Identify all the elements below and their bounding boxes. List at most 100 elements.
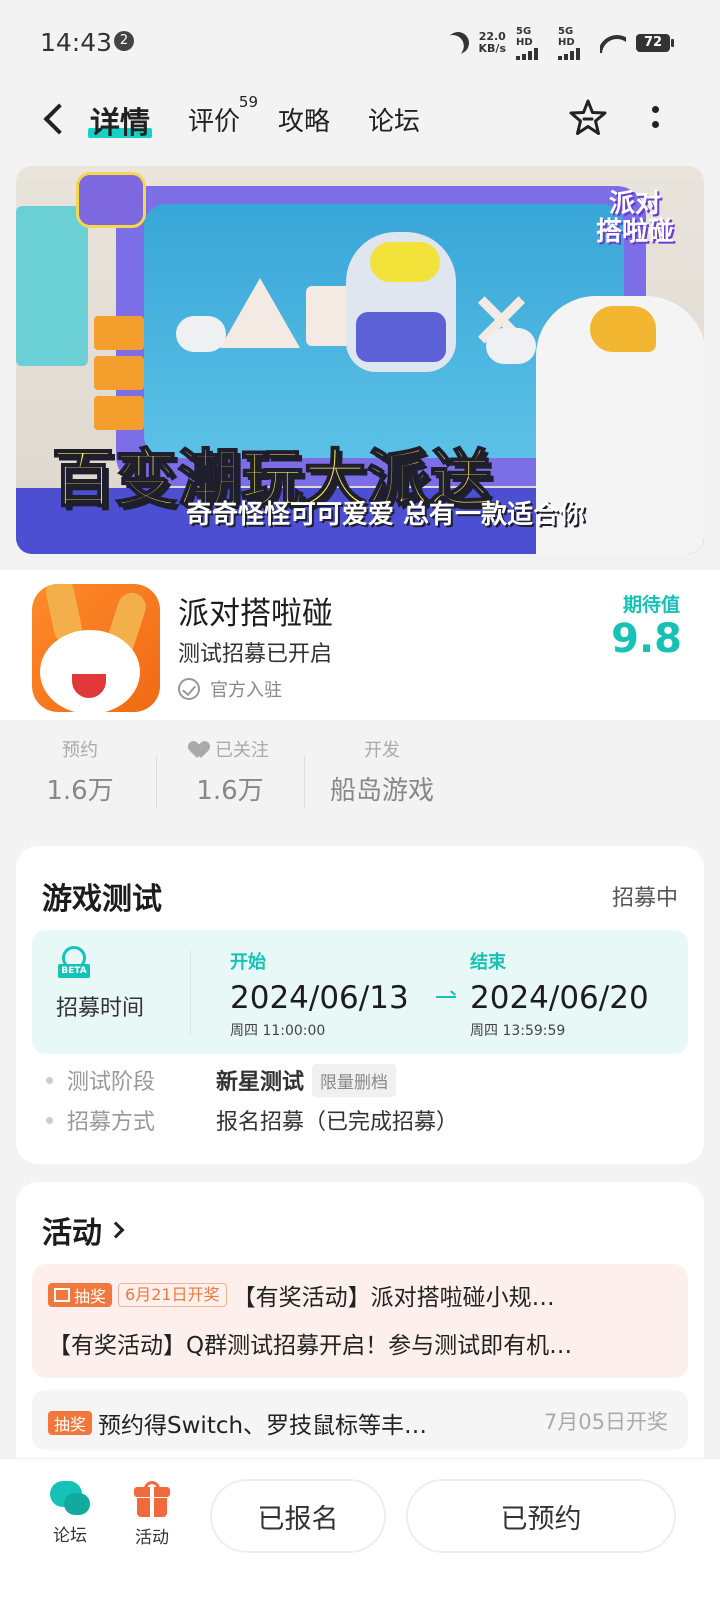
notification-badge: 2	[114, 31, 134, 51]
beta-clock-icon: BETA	[58, 946, 90, 980]
triangle-shape	[220, 278, 300, 348]
logo-line-2: 搭啦碰	[595, 217, 674, 247]
forum-label: 论坛	[53, 1526, 87, 1546]
wifi-icon	[600, 33, 626, 53]
gift-icon	[134, 1481, 170, 1517]
end-week: 周四 13:59:59	[470, 1023, 566, 1039]
moon-icon	[442, 28, 472, 58]
activity-header[interactable]: 活动	[42, 1208, 125, 1252]
creature-illustration	[176, 316, 226, 352]
stat-label: 已关注	[215, 740, 269, 761]
stage-value: 新星测试	[216, 1070, 305, 1095]
bottom-action-bar: 论坛 活动 已报名 已预约	[0, 1458, 720, 1600]
activity-card: 活动 抽奖 6月21日开奖 【有奖活动】派对搭啦碰小规… 【有奖活动】Q群测试招…	[16, 1182, 704, 1482]
recruit-status: 招募中	[611, 886, 678, 911]
stat-value: 船岛游戏	[329, 776, 434, 806]
activity-item[interactable]: 抽奖 预约得Switch、罗技鼠标等丰… 7月05日开奖	[32, 1390, 688, 1450]
activity-item[interactable]: 抽奖 6月21日开奖 【有奖活动】派对搭啦碰小规…	[48, 1278, 555, 1312]
activity-text: 【有奖活动】派对搭啦碰小规…	[232, 1285, 555, 1311]
status-bar: 14:43 2 22.0 KB/s 5G HD 5G HD 72	[0, 0, 720, 84]
signal-label-2: 5G HD	[558, 26, 575, 48]
promo-banner[interactable]: × 派对 搭啦碰 百变潮玩大派送 奇奇怪怪可可爱爱 总有一款适合你	[16, 166, 704, 554]
tab-forum[interactable]: 论坛	[368, 101, 420, 138]
end-time: 结束 2024/06/20 周四 13:59:59	[470, 948, 649, 1040]
tab-details[interactable]: 详情	[88, 98, 152, 142]
draw-date: 7月05日开奖	[543, 1410, 668, 1434]
activity-title: 活动	[42, 1216, 102, 1251]
robot-character	[346, 232, 456, 372]
end-date: 2024/06/20	[470, 980, 649, 1016]
gamepad-icon	[76, 172, 146, 228]
activity-button[interactable]: 活动	[122, 1481, 182, 1548]
reserved-button[interactable]: 已预约	[406, 1479, 676, 1553]
activity-label: 活动	[135, 1528, 169, 1548]
method-value: 报名招募（已完成招募）	[216, 1110, 459, 1135]
start-week: 周四 11:00:00	[230, 1023, 326, 1039]
activity-text: 【有奖活动】Q群测试招募开启！参与测试即有机…	[48, 1333, 573, 1359]
logo-line-1: 派对	[608, 189, 661, 219]
activity-text: 预约得Switch、罗技鼠标等丰…	[98, 1413, 428, 1439]
back-icon[interactable]	[40, 104, 64, 134]
lottery-label: 抽奖	[74, 1287, 107, 1306]
card-title: 游戏测试	[42, 882, 162, 917]
draw-date-tag: 6月21日开奖	[118, 1283, 227, 1307]
beta-tag: BETA	[58, 964, 90, 978]
activity-item[interactable]: 【有奖活动】Q群测试招募开启！参与测试即有机…	[48, 1326, 572, 1360]
banner-subline: 奇奇怪怪可可爱爱 总有一款适合你	[186, 500, 586, 530]
signal-icon: 5G HD	[516, 26, 548, 60]
status-time: 14:43	[40, 28, 113, 57]
game-test-card: 游戏测试 招募中 BETA 招募时间 开始 2024/06/13 周四 11:0…	[16, 846, 704, 1164]
stage-chip: 限量删档	[312, 1063, 397, 1097]
divider	[156, 756, 157, 808]
lottery-tag: 抽奖	[48, 1283, 113, 1307]
more-options-icon[interactable]	[652, 106, 660, 132]
activity-line: 抽奖 预约得Switch、罗技鼠标等丰…	[48, 1406, 427, 1440]
tab-guides[interactable]: 攻略	[278, 101, 330, 138]
app-info: 派对搭啦碰 测试招募已开启 官方入驻 期待值 9.8	[0, 570, 720, 720]
stat-value: 1.6万	[46, 776, 114, 806]
activity-item-featured[interactable]: 抽奖 6月21日开奖 【有奖活动】派对搭啦碰小规… 【有奖活动】Q群测试招募开启…	[32, 1264, 688, 1378]
status-icons: 22.0 KB/s 5G HD 5G HD 72	[447, 26, 674, 60]
lottery-tag: 抽奖	[48, 1411, 93, 1435]
start-date: 2024/06/13	[230, 980, 409, 1016]
start-time: 开始 2024/06/13 周四 11:00:00	[230, 948, 409, 1040]
top-nav: 详情 评价 59 攻略 论坛	[0, 84, 720, 154]
divider	[190, 950, 191, 1036]
chevron-right-icon	[107, 1221, 125, 1239]
review-count-badge: 59	[238, 93, 259, 111]
start-label: 开始	[230, 952, 266, 973]
lottery-label: 抽奖	[54, 1415, 87, 1434]
signal-label-1: 5G HD	[516, 26, 533, 48]
game-logo: 派对 搭啦碰	[596, 190, 674, 246]
check-circle-icon	[178, 678, 200, 700]
app-status: 测试招募已开启	[178, 642, 333, 667]
heart-icon	[191, 742, 211, 760]
end-label: 结束	[470, 952, 506, 973]
method-label: 招募方式	[67, 1110, 156, 1135]
recruit-time-box: BETA 招募时间 开始 2024/06/13 周四 11:00:00 结束 2…	[32, 930, 688, 1054]
decoration	[94, 316, 144, 436]
expect-label: 期待值	[622, 594, 680, 616]
recruit-time-label: 招募时间	[56, 996, 145, 1021]
official-badge: 官方入驻	[178, 676, 282, 702]
stat-label: 预约	[62, 740, 98, 761]
net-speed-unit: KB/s	[478, 42, 506, 55]
tv-illustration	[16, 206, 88, 366]
signal-icon: 5G HD	[558, 26, 590, 60]
official-label: 官方入驻	[210, 680, 282, 701]
registered-button[interactable]: 已报名	[210, 1479, 386, 1553]
tab-reviews[interactable]: 评价 59	[188, 93, 258, 138]
tab-reviews-label: 评价	[188, 107, 241, 137]
stats-row: 预约 1.6万 已关注 1.6万 开发 船岛游戏	[0, 736, 720, 826]
stat-developer[interactable]: 开发 船岛游戏	[322, 736, 442, 807]
stat-label: 开发	[364, 740, 400, 761]
forum-button[interactable]: 论坛	[40, 1481, 100, 1546]
stat-value: 1.6万	[196, 776, 264, 806]
expect-score: 9.8	[611, 616, 682, 662]
chat-bubble-icon	[50, 1481, 90, 1515]
stat-followers[interactable]: 已关注 1.6万	[180, 736, 280, 807]
gift-icon	[54, 1288, 70, 1302]
arrow-right-icon	[436, 996, 456, 998]
creature-illustration	[486, 328, 536, 364]
star-icon[interactable]	[568, 98, 608, 138]
